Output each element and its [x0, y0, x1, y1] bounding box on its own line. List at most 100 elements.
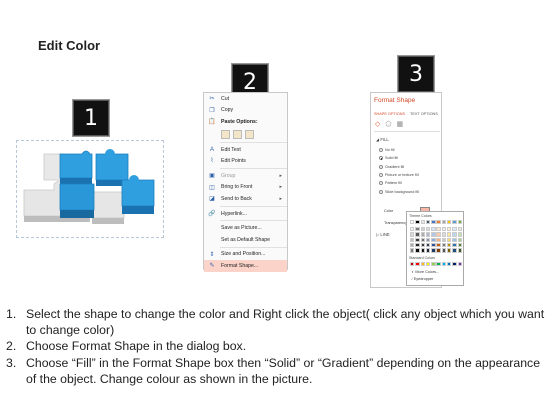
menu-item-set-as-default-shape[interactable]: Set as Default Shape — [204, 234, 287, 246]
menu-item-copy[interactable]: ❐ Copy — [204, 105, 287, 117]
color-swatch[interactable] — [436, 232, 441, 237]
radio-button[interactable] — [379, 148, 383, 153]
color-swatch[interactable] — [436, 220, 441, 225]
menu-item-send-to-back[interactable]: ◪ Send to Back ▸ — [204, 193, 287, 205]
color-swatch[interactable] — [431, 262, 436, 267]
fill-option[interactable]: Solid fill — [379, 154, 419, 162]
color-swatch[interactable] — [431, 248, 436, 253]
color-swatch[interactable] — [441, 227, 447, 232]
puzzle-piece-blue[interactable] — [121, 175, 155, 214]
tab-text-options[interactable]: TEXT OPTIONS — [410, 112, 438, 116]
fill-option[interactable]: Pattern fill — [379, 179, 419, 187]
color-swatch[interactable] — [420, 248, 425, 253]
fill-option[interactable]: Picture or texture fill — [379, 171, 419, 179]
color-swatch[interactable] — [446, 220, 452, 225]
puzzle-piece-blue[interactable] — [59, 183, 95, 218]
color-swatch[interactable] — [436, 227, 441, 232]
effects-icon[interactable]: ⬠ — [385, 120, 391, 128]
paste-keep-text-icon[interactable] — [245, 129, 254, 139]
radio-button[interactable] — [379, 181, 383, 186]
line-section-header[interactable]: ▷ LINE — [376, 232, 390, 237]
color-swatch[interactable] — [420, 220, 425, 225]
radio-button[interactable] — [379, 173, 383, 178]
color-swatch[interactable] — [415, 232, 420, 237]
menu-item-save-as-picture[interactable]: Save as Picture... — [204, 222, 287, 234]
menu-item-format-shape[interactable]: ✎ Format Shape... — [204, 260, 287, 272]
color-swatch[interactable] — [425, 242, 431, 248]
color-swatch[interactable] — [441, 232, 447, 237]
color-swatch[interactable] — [452, 220, 457, 225]
menu-item-hyperlink[interactable]: 🔗 Hyperlink... — [204, 208, 287, 220]
color-swatch[interactable] — [431, 227, 436, 232]
color-swatch[interactable] — [452, 248, 457, 253]
color-swatch[interactable] — [457, 232, 462, 237]
menu-item-size-and-position[interactable]: ⇕ Size and Position... — [204, 249, 287, 261]
color-swatch[interactable] — [415, 262, 420, 267]
color-swatch[interactable] — [457, 248, 462, 253]
color-swatch[interactable] — [425, 232, 431, 237]
fill-section-header[interactable]: ◢ FILL — [376, 137, 389, 142]
color-swatch[interactable] — [415, 248, 420, 253]
menu-item-group[interactable]: ▣ Group ▸ — [204, 170, 287, 182]
color-swatch[interactable] — [431, 232, 436, 237]
fill-line-icon[interactable]: ◇ — [375, 120, 380, 128]
color-swatch[interactable] — [410, 227, 415, 232]
color-swatch[interactable] — [410, 248, 415, 253]
color-swatch[interactable] — [415, 237, 420, 242]
color-swatch[interactable] — [425, 227, 431, 232]
color-swatch[interactable] — [441, 242, 447, 248]
color-swatch[interactable] — [441, 220, 447, 225]
color-swatch[interactable] — [457, 262, 462, 267]
color-swatch[interactable] — [446, 262, 452, 267]
color-swatch[interactable] — [457, 237, 462, 242]
color-swatch[interactable] — [410, 237, 415, 242]
color-swatch[interactable] — [446, 242, 452, 248]
color-swatch[interactable] — [420, 242, 425, 248]
color-swatch[interactable] — [410, 232, 415, 237]
size-properties-icon[interactable]: ▦ — [396, 120, 403, 128]
radio-button[interactable] — [379, 156, 383, 161]
color-swatch[interactable] — [452, 262, 457, 267]
color-swatch[interactable] — [431, 237, 436, 242]
color-swatch[interactable] — [425, 262, 431, 267]
color-swatch[interactable] — [425, 220, 431, 225]
color-swatch[interactable] — [452, 242, 457, 248]
color-swatch[interactable] — [436, 237, 441, 242]
color-swatch[interactable] — [446, 232, 452, 237]
color-swatch[interactable] — [420, 232, 425, 237]
color-swatch[interactable] — [457, 227, 462, 232]
puzzle-piece-gray[interactable] — [91, 191, 125, 224]
color-swatch[interactable] — [410, 242, 415, 248]
color-swatch[interactable] — [425, 248, 431, 253]
color-swatch[interactable] — [431, 242, 436, 248]
color-swatch[interactable] — [441, 237, 447, 242]
color-swatch[interactable] — [457, 242, 462, 248]
color-swatch[interactable] — [431, 220, 436, 225]
color-swatch[interactable] — [415, 242, 420, 248]
color-swatch[interactable] — [441, 262, 447, 267]
fill-option[interactable]: Slide background fill — [379, 187, 419, 195]
color-swatch[interactable] — [415, 227, 420, 232]
fill-option[interactable]: Gradient fill — [379, 163, 419, 171]
more-colors-option[interactable]: ◐ More Colors... — [412, 270, 439, 274]
radio-button[interactable] — [379, 189, 383, 194]
color-swatch[interactable] — [441, 248, 447, 253]
puzzle-shape-group[interactable] — [20, 140, 158, 230]
menu-item-cut[interactable]: ✂ Cut — [204, 93, 287, 105]
menu-item-bring-to-front[interactable]: ◫ Bring to Front ▸ — [204, 182, 287, 194]
color-swatch[interactable] — [457, 220, 462, 225]
radio-button[interactable] — [379, 164, 383, 169]
fill-option[interactable]: No fill — [379, 146, 419, 154]
puzzle-piece-blue[interactable] — [59, 150, 93, 184]
paste-keep-source-icon[interactable] — [221, 129, 230, 139]
tab-shape-options[interactable]: SHAPE OPTIONS — [374, 112, 405, 116]
menu-item-edit-points[interactable]: ⌇ Edit Points — [204, 155, 287, 167]
color-swatch[interactable] — [452, 232, 457, 237]
color-swatch[interactable] — [425, 237, 431, 242]
color-swatch[interactable] — [446, 248, 452, 253]
paste-picture-icon[interactable] — [233, 129, 242, 139]
color-swatch[interactable] — [420, 262, 425, 267]
color-swatch[interactable] — [452, 227, 457, 232]
eyedropper-option[interactable]: ⁄ Eyedropper — [412, 277, 433, 281]
color-swatch[interactable] — [420, 237, 425, 242]
